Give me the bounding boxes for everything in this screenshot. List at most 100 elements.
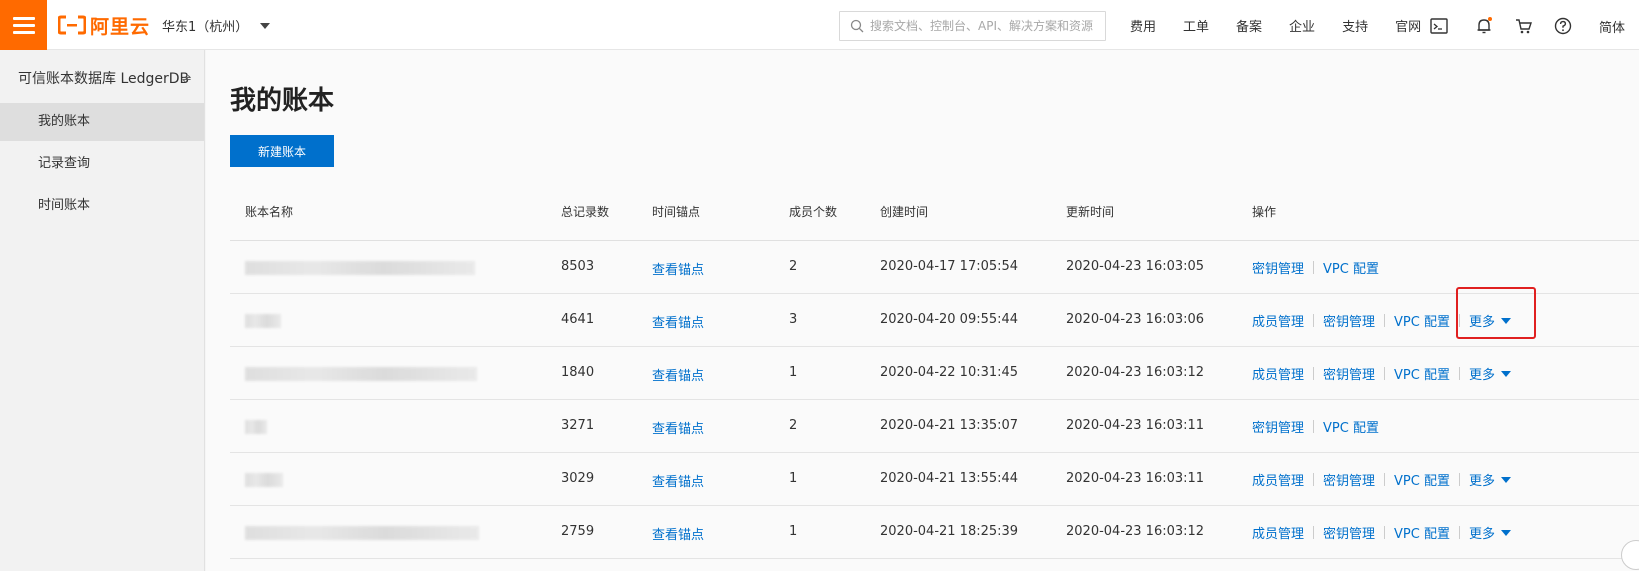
member-management-link[interactable]: 成员管理 (1252, 364, 1304, 383)
member-management-link[interactable]: 成员管理 (1252, 470, 1304, 489)
divider (1313, 526, 1315, 539)
key-management-link[interactable]: 密钥管理 (1323, 523, 1375, 542)
total-records-cell: 4641 (561, 312, 595, 327)
column-header-member-count: 成员个数 (789, 205, 838, 219)
page-title: 我的账本 (230, 86, 335, 116)
search-input[interactable] (870, 19, 1100, 33)
view-anchor-link[interactable]: 查看锚点 (652, 471, 704, 490)
column-header-created-time: 创建时间 (880, 205, 929, 219)
ledger-name-redacted (245, 314, 281, 328)
vpc-config-link[interactable]: VPC 配置 (1394, 470, 1450, 489)
total-records-cell: 8503 (561, 259, 595, 274)
view-anchor-link[interactable]: 查看锚点 (652, 312, 704, 331)
sidebar-collapse-icon[interactable]: ⇌ (182, 72, 191, 85)
chevron-down-icon (260, 22, 271, 29)
member-management-link[interactable]: 成员管理 (1252, 523, 1304, 542)
sidebar-item-my-ledgers[interactable]: 我的账本 (0, 103, 204, 141)
key-management-link[interactable]: 密钥管理 (1252, 258, 1304, 277)
hamburger-line (12, 30, 35, 34)
more-actions-dropdown[interactable]: 更多 (1469, 364, 1511, 383)
more-actions-dropdown[interactable]: 更多 (1469, 311, 1511, 330)
hamburger-line (12, 23, 35, 27)
view-anchor-link[interactable]: 查看锚点 (652, 418, 704, 437)
key-management-link[interactable]: 密钥管理 (1252, 417, 1304, 436)
hamburger-menu-button[interactable] (0, 0, 47, 50)
region-selector[interactable]: 华东1（杭州） (162, 16, 271, 35)
help-icon[interactable] (1553, 16, 1573, 36)
divider (1313, 314, 1315, 327)
view-anchor-link[interactable]: 查看锚点 (652, 365, 704, 384)
top-bar: 阿里云 华东1（杭州） 费用 工单 备案 企业 支持 官网 (0, 0, 1639, 50)
more-actions-dropdown[interactable]: 更多 (1469, 470, 1511, 489)
divider (1458, 367, 1460, 380)
divider (1384, 314, 1386, 327)
column-header-time-anchor: 时间锚点 (652, 205, 701, 219)
updated-time-cell: 2020-04-23 16:03:12 (1066, 365, 1205, 380)
nav-support[interactable]: 支持 (1342, 16, 1368, 35)
ledger-name-redacted (245, 261, 475, 275)
table-row: 1840 查看锚点 1 2020-04-22 10:31:45 2020-04-… (230, 347, 1639, 400)
created-time-cell: 2020-04-21 13:55:44 (880, 471, 1019, 486)
member-management-link[interactable]: 成员管理 (1252, 311, 1304, 330)
column-header-actions: 操作 (1252, 205, 1277, 219)
cart-icon[interactable] (1514, 16, 1534, 36)
vpc-config-link[interactable]: VPC 配置 (1394, 523, 1450, 542)
language-switch[interactable]: 简体 (1599, 17, 1625, 36)
key-management-link[interactable]: 密钥管理 (1323, 470, 1375, 489)
created-time-cell: 2020-04-21 13:35:07 (880, 418, 1019, 433)
divider (1384, 367, 1386, 380)
vpc-config-link[interactable]: VPC 配置 (1394, 364, 1450, 383)
vpc-config-link[interactable]: VPC 配置 (1323, 258, 1379, 277)
table-row: 2759 查看锚点 1 2020-04-21 18:25:39 2020-04-… (230, 506, 1639, 559)
updated-time-cell: 2020-04-23 16:03:11 (1066, 471, 1205, 486)
caret-down-icon (1501, 529, 1511, 536)
divider (1458, 473, 1460, 486)
table-row: 3029 查看锚点 1 2020-04-21 13:55:44 2020-04-… (230, 453, 1639, 506)
nav-enterprise[interactable]: 企业 (1289, 16, 1315, 35)
table-row: 8503 查看锚点 2 2020-04-17 17:05:54 2020-04-… (230, 241, 1639, 294)
vpc-config-link[interactable]: VPC 配置 (1394, 311, 1450, 330)
logo-text: 阿里云 (90, 15, 151, 38)
row-actions: 成员管理 密钥管理 VPC 配置 更多 (1252, 311, 1511, 330)
member-count-cell: 1 (789, 365, 798, 380)
divider (1313, 367, 1315, 380)
view-anchor-link[interactable]: 查看锚点 (652, 259, 704, 278)
nav-official-site[interactable]: 官网 (1395, 16, 1421, 35)
updated-time-cell: 2020-04-23 16:03:11 (1066, 418, 1205, 433)
total-records-cell: 1840 (561, 365, 595, 380)
created-time-cell: 2020-04-21 18:25:39 (880, 524, 1019, 539)
search-icon (850, 19, 864, 33)
caret-down-icon (1501, 476, 1511, 483)
row-actions: 密钥管理 VPC 配置 (1252, 258, 1379, 277)
column-header-ledger-name: 账本名称 (245, 205, 294, 219)
divider (1458, 314, 1460, 327)
bell-icon[interactable] (1474, 16, 1494, 36)
nav-icp-filing[interactable]: 备案 (1236, 16, 1262, 35)
updated-time-cell: 2020-04-23 16:03:12 (1066, 524, 1205, 539)
ledger-name-redacted (245, 420, 267, 434)
key-management-link[interactable]: 密钥管理 (1323, 364, 1375, 383)
terminal-icon[interactable] (1429, 16, 1449, 36)
member-count-cell: 1 (789, 471, 798, 486)
new-ledger-button[interactable]: 新建账本 (230, 135, 334, 167)
more-label: 更多 (1468, 368, 1495, 383)
sidebar-item-record-query[interactable]: 记录查询 (0, 145, 204, 183)
member-count-cell: 1 (789, 524, 798, 539)
row-actions: 成员管理 密钥管理 VPC 配置 更多 (1252, 523, 1511, 542)
divider (1313, 420, 1315, 433)
nav-billing[interactable]: 费用 (1130, 16, 1156, 35)
divider (1313, 473, 1315, 486)
table-row: 4641 查看锚点 3 2020-04-20 09:55:44 2020-04-… (230, 287, 1639, 347)
member-count-cell: 3 (789, 312, 798, 327)
sidebar-item-time-ledger[interactable]: 时间账本 (0, 187, 204, 225)
view-anchor-link[interactable]: 查看锚点 (652, 524, 704, 543)
vpc-config-link[interactable]: VPC 配置 (1323, 417, 1379, 436)
divider (1458, 526, 1460, 539)
key-management-link[interactable]: 密钥管理 (1323, 311, 1375, 330)
ledger-table: 账本名称 总记录数 时间锚点 成员个数 创建时间 更新时间 操作 8503 查看… (230, 181, 1639, 559)
nav-tickets[interactable]: 工单 (1183, 16, 1209, 35)
global-search[interactable] (839, 11, 1106, 41)
aliyun-logo[interactable]: 阿里云 (58, 13, 151, 38)
sidebar: 可信账本数据库 LedgerDB ⇌ 我的账本 记录查询 时间账本 (0, 50, 205, 571)
more-actions-dropdown[interactable]: 更多 (1469, 523, 1511, 542)
